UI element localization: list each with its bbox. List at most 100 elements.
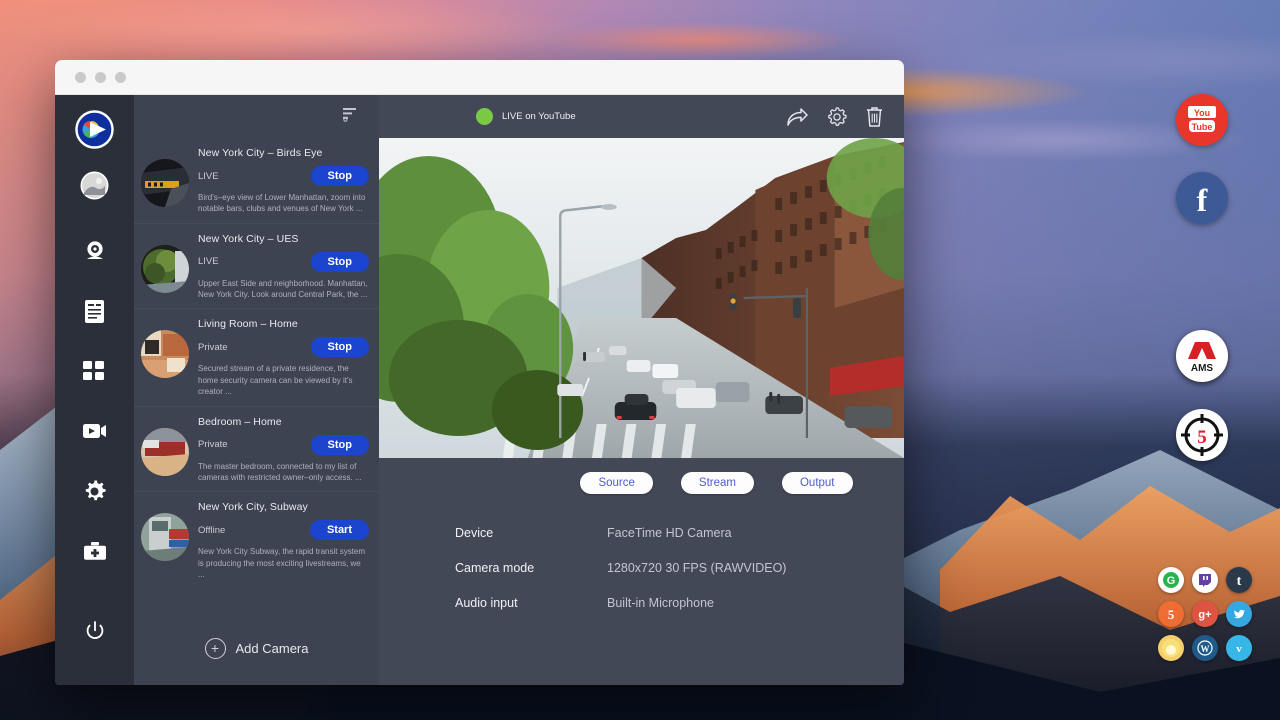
add-camera-button[interactable]: + Add Camera [134,611,379,685]
sidebar-item-cameras[interactable] [75,231,115,271]
tab-source[interactable]: Source [580,472,652,494]
camera-action-button[interactable]: Stop [311,166,369,186]
camera-thumbnail [141,245,189,293]
svg-text:f: f [1197,182,1208,215]
desktop-icon-vimeo[interactable]: v [1226,635,1252,661]
desktop-icon-twitter[interactable] [1226,601,1252,627]
detail-value[interactable]: Built-in Microphone [607,596,714,610]
desktop-icon-five[interactable]: 5 [1158,601,1184,627]
sidebar-item-user-avatar[interactable] [75,165,115,205]
camera-action-button[interactable]: Stop [311,337,369,357]
facebook-icon: f [1187,181,1217,215]
add-camera-label: Add Camera [236,641,309,656]
video-preview[interactable] [379,138,904,458]
camera-list-toolbar [134,95,379,138]
sidebar-item-power[interactable] [75,611,115,651]
desktop-icon-youtube[interactable]: You Tube [1176,94,1228,146]
detail-row-camera-mode: Camera mode 1280x720 30 FPS (RAWVIDEO) [455,561,904,575]
gear-icon[interactable] [827,107,847,127]
camera-status: LIVE [198,171,219,182]
desktop-icon-wordpress[interactable]: W [1192,635,1218,661]
thumb-ues [141,245,189,293]
desktop-icon-groups[interactable]: G [1158,567,1184,593]
list-item[interactable]: Bedroom – Home Private Stop The master b… [134,407,379,493]
minimize-button[interactable] [95,72,106,83]
camera-info: New York City – UES LIVE Stop Upper East… [198,233,369,301]
sidebar-item-videos[interactable] [75,411,115,451]
window-titlebar[interactable] [55,60,904,95]
camera-description: New York City Subway, the rapid transit … [198,546,369,580]
video-frame [379,138,904,458]
camera-status: Offline [198,525,225,536]
target-five-icon: 5 [1179,412,1225,458]
share-icon[interactable] [787,108,808,126]
sidebar-item-app-logo[interactable] [75,109,115,149]
wordpress-icon: W [1197,640,1213,656]
twitter-icon [1232,607,1247,622]
sidebar-item-logs[interactable] [75,291,115,331]
camera-thumbnail [141,159,189,207]
five-icon: 5 [1163,606,1179,622]
detail-label: Camera mode [455,561,607,575]
svg-text:g+: g+ [1198,609,1211,621]
maximize-button[interactable] [115,72,126,83]
detail-row-audio-input: Audio input Built-in Microphone [455,596,904,610]
live-status-label: LIVE on YouTube [502,111,576,122]
camera-info: New York City, Subway Offline Start New … [198,501,369,580]
tab-stream[interactable]: Stream [681,472,754,494]
source-details: Device FaceTime HD Camera Camera mode 12… [379,494,904,631]
camera-action-button[interactable]: Stop [311,435,369,455]
sidebar-item-grid[interactable] [75,351,115,391]
detail-value[interactable]: FaceTime HD Camera [607,526,732,540]
camera-status-row: Private Stop [198,435,369,455]
camera-status-row: LIVE Stop [198,166,369,186]
sidebar-item-settings[interactable] [75,471,115,511]
camera-action-button[interactable]: Start [310,520,369,540]
sidebar-item-toolbox[interactable] [75,531,115,571]
settings-tabs: Source Stream Output [529,458,904,494]
adobe-ams-icon: AMS [1180,336,1224,376]
camera-description: The master bedroom, connected to my list… [198,461,369,484]
camera-status-row: Offline Start [198,520,369,540]
toolbar-actions [787,107,883,127]
camera-list[interactable]: New York City – Birds Eye LIVE Stop Bird… [134,138,379,611]
desktop-icon-google-plus[interactable]: g+ [1192,601,1218,627]
desktop-icon-adobe-ams[interactable]: AMS [1176,330,1228,382]
desktop-icon-twitch[interactable] [1192,567,1218,593]
desktop-icon-tumblr[interactable]: t [1226,567,1252,593]
sort-filter-icon[interactable] [342,106,358,127]
camera-title: New York City – Birds Eye [198,147,369,159]
list-item[interactable]: New York City – UES LIVE Stop Upper East… [134,224,379,310]
vimeo-icon: v [1231,640,1247,656]
svg-text:Tube: Tube [1192,122,1213,132]
power-icon [85,621,105,641]
desktop-icon-target-five[interactable]: 5 [1176,409,1228,461]
thumb-subway [141,513,189,561]
detail-value[interactable]: 1280x720 30 FPS (RAWVIDEO) [607,561,786,575]
svg-text:W: W [1201,644,1210,654]
close-button[interactable] [75,72,86,83]
tab-output[interactable]: Output [782,472,853,494]
detail-label: Audio input [455,596,607,610]
camera-thumbnail [141,513,189,561]
thumb-birds-eye [141,159,189,207]
list-item[interactable]: Living Room – Home Private Stop Secured … [134,309,379,406]
camera-description: Bird's–eye view of Lower Manhattan, zoom… [198,192,369,215]
list-item[interactable]: New York City, Subway Offline Start New … [134,492,379,588]
video-icon [82,422,107,440]
camera-title: Bedroom – Home [198,416,369,428]
trash-icon[interactable] [866,107,883,127]
camera-action-button[interactable]: Stop [311,252,369,272]
desktop-icon-sunrise[interactable] [1158,635,1184,661]
tumblr-icon: t [1231,572,1247,588]
main-panel: LIVE on YouTube [379,95,904,685]
svg-text:5: 5 [1168,607,1175,622]
thumb-bedroom [141,428,189,476]
desktop-icon-facebook[interactable]: f [1176,172,1228,224]
camera-list-panel: New York City – Birds Eye LIVE Stop Bird… [134,95,379,685]
plus-circle-icon: + [205,638,226,659]
camera-description: Secured stream of a private residence, t… [198,363,369,397]
camera-title: New York City, Subway [198,501,369,513]
app-body: New York City – Birds Eye LIVE Stop Bird… [55,95,904,685]
list-item[interactable]: New York City – Birds Eye LIVE Stop Bird… [134,138,379,224]
